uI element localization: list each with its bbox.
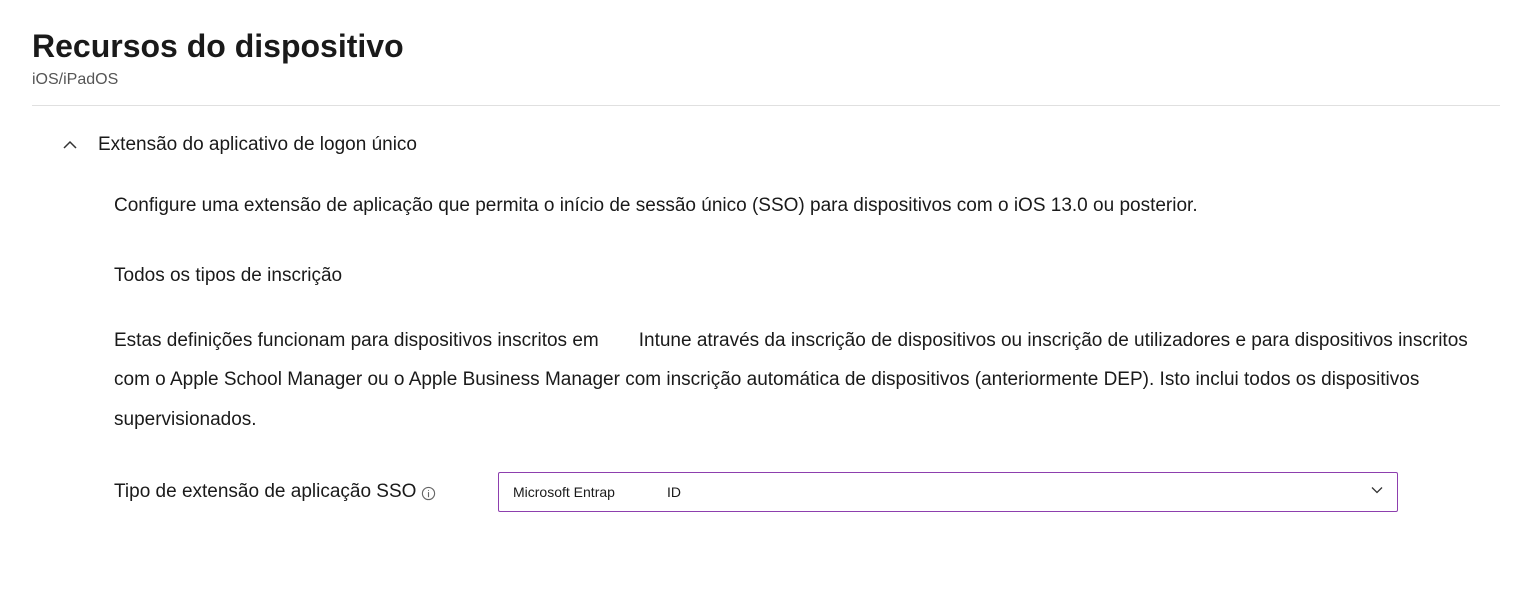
sso-value-part1: Microsoft Entrap [513, 484, 615, 500]
chevron-down-icon [1369, 482, 1385, 503]
subheading: Todos os tipos de inscrição [114, 265, 1480, 287]
section-content: Configure uma extensão de aplicação que … [32, 192, 1500, 512]
divider [32, 105, 1500, 106]
page-title: Recursos do dispositivo [32, 28, 1500, 65]
info-icon[interactable] [420, 485, 436, 501]
sso-type-select[interactable]: Microsoft Entrap ID [498, 472, 1398, 512]
page-subtitle: iOS/iPadOS [32, 71, 1500, 89]
sso-type-row: Tipo de extensão de aplicação SSO Micros… [114, 472, 1480, 512]
section-description: Configure uma extensão de aplicação que … [114, 192, 1480, 221]
sso-value-part2: ID [667, 484, 681, 500]
chevron-up-icon [62, 137, 78, 153]
section-header[interactable]: Extensão do aplicativo de logon único [32, 134, 1500, 156]
sso-type-label: Tipo de extensão de aplicação SSO [114, 481, 416, 503]
section-title: Extensão do aplicativo de logon único [98, 134, 417, 156]
sso-type-value: Microsoft Entrap ID [513, 484, 681, 500]
long-desc-part1: Estas definições funcionam para disposit… [114, 330, 599, 351]
sso-type-label-wrap: Tipo de extensão de aplicação SSO [114, 481, 474, 503]
long-description: Estas definições funcionam para disposit… [114, 321, 1480, 441]
